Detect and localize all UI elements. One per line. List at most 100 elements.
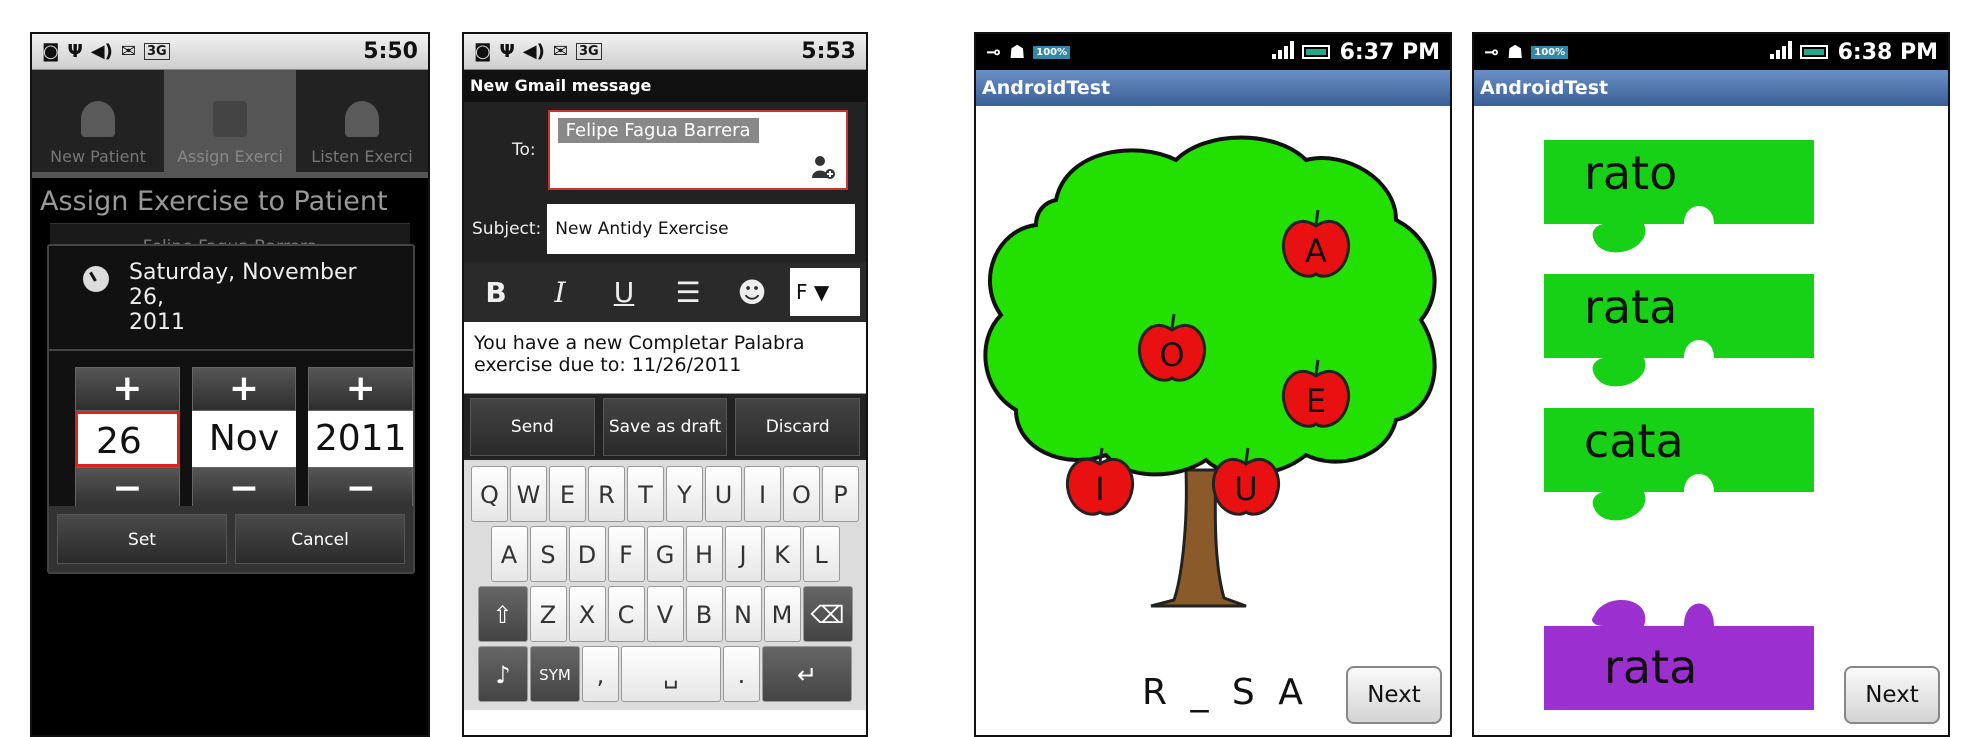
- person-icon: [81, 101, 115, 137]
- key[interactable]: D: [568, 526, 606, 582]
- bold-button[interactable]: B: [464, 276, 528, 309]
- italic-button[interactable]: I: [528, 276, 592, 309]
- key[interactable]: W: [510, 466, 547, 522]
- emoji-icon[interactable]: ☻: [720, 276, 784, 309]
- day-field[interactable]: 26: [75, 411, 180, 467]
- puzzle-word-3: cata: [1584, 414, 1684, 468]
- key[interactable]: O: [783, 466, 820, 522]
- date-line-1: Saturday, November 26,: [129, 260, 357, 310]
- date-picker-dialog: Saturday, November 26, 2011 + 26 − + Nov…: [47, 244, 415, 574]
- day-increment-button[interactable]: +: [75, 367, 180, 411]
- apple-stem: [1314, 209, 1320, 225]
- month-field[interactable]: Nov: [191, 411, 297, 467]
- year-decrement-button[interactable]: −: [308, 467, 414, 511]
- discard-button[interactable]: Discard: [735, 398, 861, 456]
- key[interactable]: L: [802, 526, 840, 582]
- comma-key[interactable]: ,: [582, 646, 619, 702]
- tab-bar: New Patient Assign Exerci Listen Exerci: [32, 70, 428, 178]
- status-icons: ◙ Ψ ◀) ✉ 3G: [42, 41, 170, 62]
- status-bar: ◙ Ψ ◀) ✉ 3G 5:53: [464, 34, 866, 70]
- key[interactable]: K: [763, 526, 801, 582]
- apple-letter: U: [1234, 470, 1257, 508]
- message-body[interactable]: You have a new Completar Palabra exercis…: [464, 322, 866, 394]
- tab-listen-exercise[interactable]: Listen Exerci: [296, 70, 428, 172]
- cancel-button[interactable]: Cancel: [235, 514, 405, 564]
- dialog-buttons: Set Cancel: [49, 506, 413, 572]
- key[interactable]: U: [705, 466, 742, 522]
- enter-key[interactable]: ↵: [762, 646, 852, 702]
- status-time: 6:37 PM: [1339, 39, 1440, 65]
- next-button[interactable]: Next: [1346, 666, 1442, 724]
- page-title: Assign Exercise to Patient: [40, 186, 388, 217]
- status-right: 6:38 PM: [1769, 40, 1938, 65]
- apple-stem: [1244, 447, 1250, 463]
- tree-illustration: A O E I U: [983, 135, 1437, 608]
- voice-icon[interactable]: ♪: [478, 646, 528, 702]
- underline-button[interactable]: U: [592, 276, 656, 309]
- date-pickers: + 26 − + Nov − + 2011 −: [49, 351, 414, 511]
- status-time: 5:50: [363, 39, 418, 64]
- month-increment-button[interactable]: +: [191, 367, 297, 411]
- compose-form: To: Felipe Fagua Barrera Subject: New An…: [464, 102, 866, 262]
- usb-icon: ⊸: [1484, 41, 1500, 63]
- key[interactable]: C: [607, 586, 645, 642]
- year-field[interactable]: 2011: [308, 411, 414, 467]
- add-contact-icon[interactable]: [810, 154, 836, 180]
- android-icon: ☗: [1507, 41, 1524, 63]
- set-button[interactable]: Set: [57, 514, 227, 564]
- key[interactable]: Q: [471, 466, 508, 522]
- key[interactable]: P: [822, 466, 859, 522]
- battery-icon: [1301, 44, 1330, 59]
- apple-letter: O: [1159, 336, 1184, 374]
- to-field[interactable]: Felipe Fagua Barrera: [547, 110, 848, 190]
- shift-key[interactable]: ⇧: [477, 586, 528, 642]
- signal-icon: [1271, 40, 1294, 59]
- key[interactable]: F: [607, 526, 645, 582]
- key[interactable]: Z: [529, 586, 567, 642]
- key[interactable]: A: [490, 526, 528, 582]
- key[interactable]: S: [529, 526, 567, 582]
- next-button[interactable]: Next: [1844, 666, 1940, 724]
- space-key[interactable]: ␣: [621, 646, 721, 702]
- key[interactable]: T: [627, 466, 664, 522]
- usb-icon: Ψ: [67, 41, 83, 62]
- save-draft-button[interactable]: Save as draft: [602, 398, 728, 456]
- phone-gmail-compose: ◙ Ψ ◀) ✉ 3G 5:53 New Gmail message To: F…: [462, 32, 868, 737]
- key[interactable]: J: [724, 526, 762, 582]
- key[interactable]: B: [685, 586, 723, 642]
- signal-icon: [1769, 40, 1792, 59]
- phone-assign-exercise: ◙ Ψ ◀) ✉ 3G 5:50 New Patient Assign Exer…: [30, 32, 430, 737]
- sym-key[interactable]: SYM: [530, 646, 580, 702]
- send-button[interactable]: Send: [470, 398, 595, 456]
- key[interactable]: E: [549, 466, 586, 522]
- period-key[interactable]: .: [723, 646, 760, 702]
- status-bar: ⊸ ☗ 100% 6:37 PM: [976, 34, 1450, 70]
- list-icon[interactable]: ☰: [656, 276, 720, 309]
- year-increment-button[interactable]: +: [308, 367, 414, 411]
- recipient-chip[interactable]: Felipe Fagua Barrera: [557, 118, 759, 143]
- key[interactable]: G: [646, 526, 684, 582]
- key[interactable]: R: [588, 466, 625, 522]
- key[interactable]: N: [724, 586, 762, 642]
- font-select[interactable]: F ▼: [790, 268, 860, 316]
- day-picker: + 26 −: [75, 367, 180, 511]
- key[interactable]: X: [568, 586, 606, 642]
- tab-label: Assign Exerci: [177, 147, 283, 166]
- clock-icon: [83, 266, 109, 292]
- tab-assign-exercise[interactable]: Assign Exerci: [164, 70, 296, 172]
- key[interactable]: Y: [666, 466, 703, 522]
- key[interactable]: M: [763, 586, 801, 642]
- day-decrement-button[interactable]: −: [75, 467, 180, 511]
- tab-new-patient[interactable]: New Patient: [32, 70, 164, 172]
- apple-letter: A: [1305, 232, 1327, 270]
- keyboard: Q W E R T Y U I O P A S D F G H J K L ⇧ …: [464, 460, 866, 710]
- backspace-key[interactable]: ⌫: [802, 586, 853, 642]
- key[interactable]: H: [685, 526, 723, 582]
- month-decrement-button[interactable]: −: [191, 467, 297, 511]
- key[interactable]: V: [646, 586, 684, 642]
- subject-row: Subject: New Antidy Exercise: [464, 204, 866, 254]
- battery-text: 100%: [1033, 45, 1071, 59]
- key[interactable]: I: [744, 466, 781, 522]
- subject-label: Subject:: [472, 219, 542, 239]
- subject-field[interactable]: New Antidy Exercise: [547, 204, 856, 254]
